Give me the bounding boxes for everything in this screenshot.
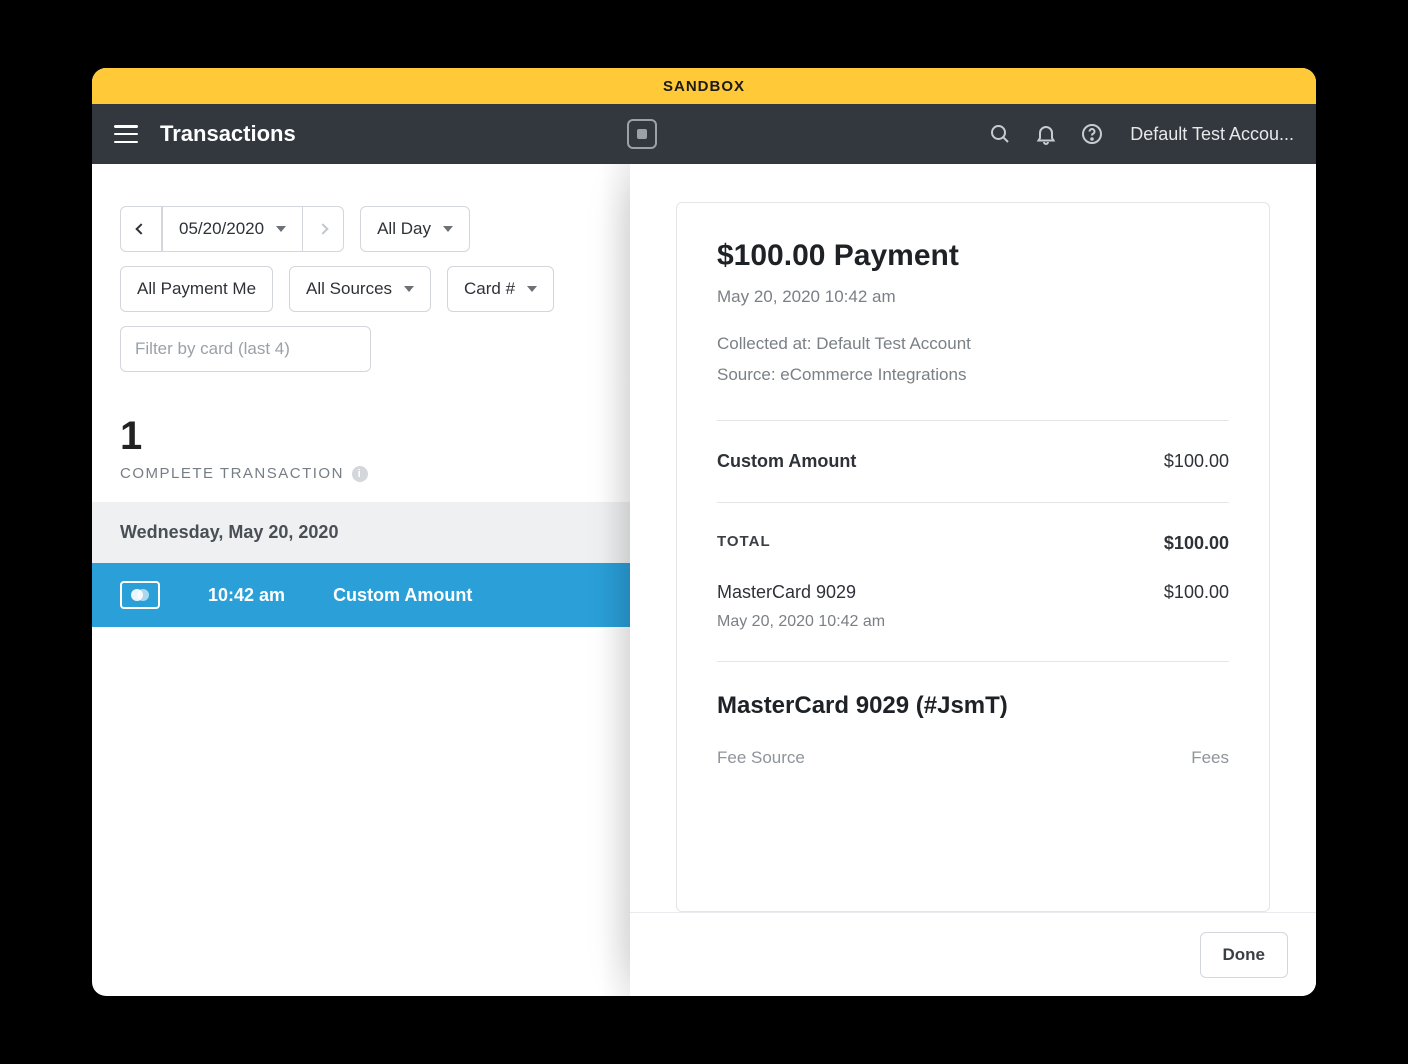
date-next-button[interactable] — [302, 206, 344, 252]
payment-meta: Collected at: Default Test Account Sourc… — [717, 329, 1229, 390]
card-filter-input[interactable] — [120, 326, 371, 372]
day-group-header: Wednesday, May 20, 2020 — [92, 502, 630, 563]
tender-label: MasterCard 9029 — [717, 582, 856, 603]
divider — [717, 420, 1229, 421]
transaction-desc: Custom Amount — [333, 585, 472, 606]
date-prev-button[interactable] — [120, 206, 162, 252]
transaction-detail-pane: $100.00 Payment May 20, 2020 10:42 am Co… — [630, 164, 1316, 996]
tender-time: May 20, 2020 10:42 am — [717, 613, 1229, 631]
item-amount: $100.00 — [1164, 451, 1229, 472]
payment-method-label: All Payment Me — [137, 279, 256, 299]
account-menu[interactable]: Default Test Accou... — [1130, 124, 1294, 145]
payment-source: Source: eCommerce Integrations — [717, 360, 1229, 391]
mastercard-icon — [120, 581, 160, 609]
chevron-down-icon — [443, 226, 453, 232]
bell-icon[interactable] — [1034, 122, 1058, 146]
total-amount: $100.00 — [1164, 533, 1229, 554]
body: 05/20/2020 All Day All Payment Me All So… — [92, 164, 1316, 996]
chevron-down-icon — [404, 286, 414, 292]
sandbox-banner: SANDBOX — [92, 68, 1316, 104]
sandbox-label: SANDBOX — [663, 78, 745, 95]
search-icon[interactable] — [988, 122, 1012, 146]
date-segmented: 05/20/2020 — [120, 206, 344, 252]
transaction-time: 10:42 am — [208, 585, 285, 606]
summary-block: 1 COMPLETE TRANSACTION i — [92, 372, 630, 502]
date-value: 05/20/2020 — [179, 219, 264, 239]
collected-at: Collected at: Default Test Account — [717, 329, 1229, 360]
square-logo-icon[interactable] — [627, 119, 657, 149]
total-label: TOTAL — [717, 533, 771, 554]
filters-bar: 05/20/2020 All Day All Payment Me All So… — [92, 164, 630, 372]
sources-filter-button[interactable]: All Sources — [289, 266, 431, 312]
menu-icon[interactable] — [114, 125, 138, 143]
total-line: TOTAL $100.00 — [717, 533, 1229, 554]
card-section-title: MasterCard 9029 (#JsmT) — [717, 692, 1229, 720]
help-icon[interactable] — [1080, 122, 1104, 146]
detail-scroll[interactable]: $100.00 Payment May 20, 2020 10:42 am Co… — [630, 164, 1316, 912]
app-window: SANDBOX Transactions — [92, 68, 1316, 996]
date-picker-button[interactable]: 05/20/2020 — [162, 206, 303, 252]
tender-line: MasterCard 9029 $100.00 — [717, 582, 1229, 603]
chevron-down-icon — [276, 226, 286, 232]
tender-amount: $100.00 — [1164, 582, 1229, 603]
divider — [717, 502, 1229, 503]
fee-source-label: Fee Source — [717, 748, 805, 768]
sources-label: All Sources — [306, 279, 392, 299]
payment-title: $100.00 Payment — [717, 239, 1229, 273]
transaction-count: 1 — [120, 414, 602, 459]
chevron-down-icon — [527, 286, 537, 292]
page-title: Transactions — [160, 121, 296, 147]
line-item: Custom Amount $100.00 — [717, 451, 1229, 472]
transaction-row[interactable]: 10:42 am Custom Amount — [92, 563, 630, 627]
divider — [717, 661, 1229, 662]
card-number-label: Card # — [464, 279, 515, 299]
detail-card: $100.00 Payment May 20, 2020 10:42 am Co… — [676, 202, 1270, 912]
payment-timestamp: May 20, 2020 10:42 am — [717, 287, 1229, 307]
fee-source-value: Fees — [1191, 748, 1229, 768]
item-label: Custom Amount — [717, 451, 856, 472]
payment-method-filter-button[interactable]: All Payment Me — [120, 266, 273, 312]
info-icon[interactable]: i — [352, 466, 368, 482]
detail-footer: Done — [630, 912, 1316, 996]
transaction-count-label: COMPLETE TRANSACTION i — [120, 465, 602, 482]
fee-row: Fee Source Fees — [717, 748, 1229, 768]
topbar: Transactions Default Test Accou... — [92, 104, 1316, 164]
done-button[interactable]: Done — [1200, 932, 1289, 978]
time-filter-label: All Day — [377, 219, 431, 239]
time-filter-button[interactable]: All Day — [360, 206, 470, 252]
card-number-filter-button[interactable]: Card # — [447, 266, 554, 312]
transactions-list-pane: 05/20/2020 All Day All Payment Me All So… — [92, 164, 630, 996]
